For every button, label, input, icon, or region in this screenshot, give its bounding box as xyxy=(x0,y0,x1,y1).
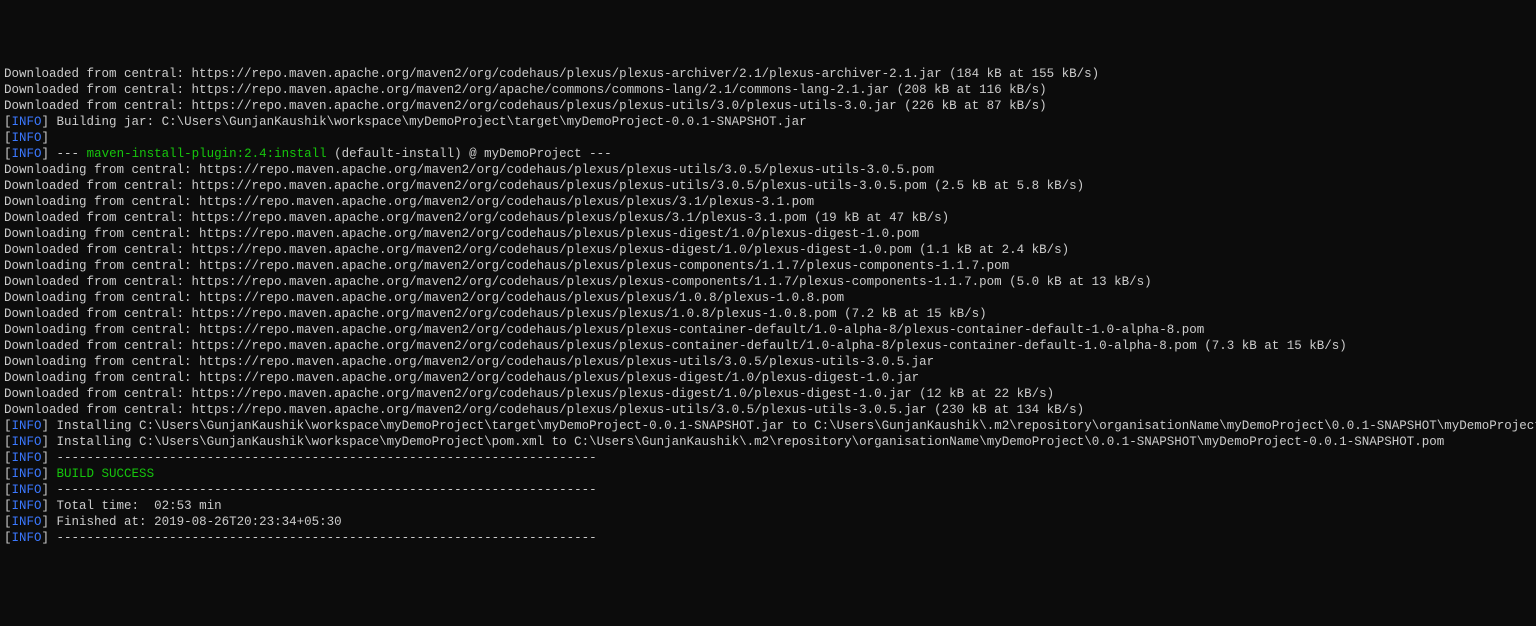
console-line: [INFO] Total time: 02:53 min xyxy=(4,498,1532,514)
console-line: [INFO] xyxy=(4,130,1532,146)
console-line: Downloading from central: https://repo.m… xyxy=(4,226,1532,242)
console-output: Downloaded from central: https://repo.ma… xyxy=(4,66,1532,546)
console-line: Downloading from central: https://repo.m… xyxy=(4,322,1532,338)
console-line: Downloaded from central: https://repo.ma… xyxy=(4,402,1532,418)
maven-plugin-name: maven-install-plugin:2.4:install xyxy=(87,147,327,161)
console-line: Downloaded from central: https://repo.ma… xyxy=(4,82,1532,98)
console-line: [INFO] ---------------------------------… xyxy=(4,530,1532,546)
console-line: [INFO] Installing C:\Users\GunjanKaushik… xyxy=(4,434,1532,450)
build-success-message: BUILD SUCCESS xyxy=(49,467,154,481)
console-line: [INFO] Installing C:\Users\GunjanKaushik… xyxy=(4,418,1532,434)
console-line: [INFO] BUILD SUCCESS xyxy=(4,466,1532,482)
console-line: Downloaded from central: https://repo.ma… xyxy=(4,386,1532,402)
console-line: Downloading from central: https://repo.m… xyxy=(4,290,1532,306)
console-line: Downloading from central: https://repo.m… xyxy=(4,370,1532,386)
console-line: [INFO] Building jar: C:\Users\GunjanKaus… xyxy=(4,114,1532,130)
console-line: Downloading from central: https://repo.m… xyxy=(4,354,1532,370)
console-line: [INFO] --- maven-install-plugin:2.4:inst… xyxy=(4,146,1532,162)
console-line: [INFO] ---------------------------------… xyxy=(4,482,1532,498)
console-line: Downloading from central: https://repo.m… xyxy=(4,194,1532,210)
console-line: Downloaded from central: https://repo.ma… xyxy=(4,210,1532,226)
console-line: Downloaded from central: https://repo.ma… xyxy=(4,274,1532,290)
console-line: Downloading from central: https://repo.m… xyxy=(4,162,1532,178)
console-line: Downloaded from central: https://repo.ma… xyxy=(4,242,1532,258)
console-line: Downloaded from central: https://repo.ma… xyxy=(4,338,1532,354)
console-line: Downloaded from central: https://repo.ma… xyxy=(4,66,1532,82)
console-line: Downloading from central: https://repo.m… xyxy=(4,258,1532,274)
console-line: [INFO] ---------------------------------… xyxy=(4,450,1532,466)
console-line: [INFO] Finished at: 2019-08-26T20:23:34+… xyxy=(4,514,1532,530)
console-line: Downloaded from central: https://repo.ma… xyxy=(4,306,1532,322)
console-line: Downloaded from central: https://repo.ma… xyxy=(4,98,1532,114)
console-line: Downloaded from central: https://repo.ma… xyxy=(4,178,1532,194)
